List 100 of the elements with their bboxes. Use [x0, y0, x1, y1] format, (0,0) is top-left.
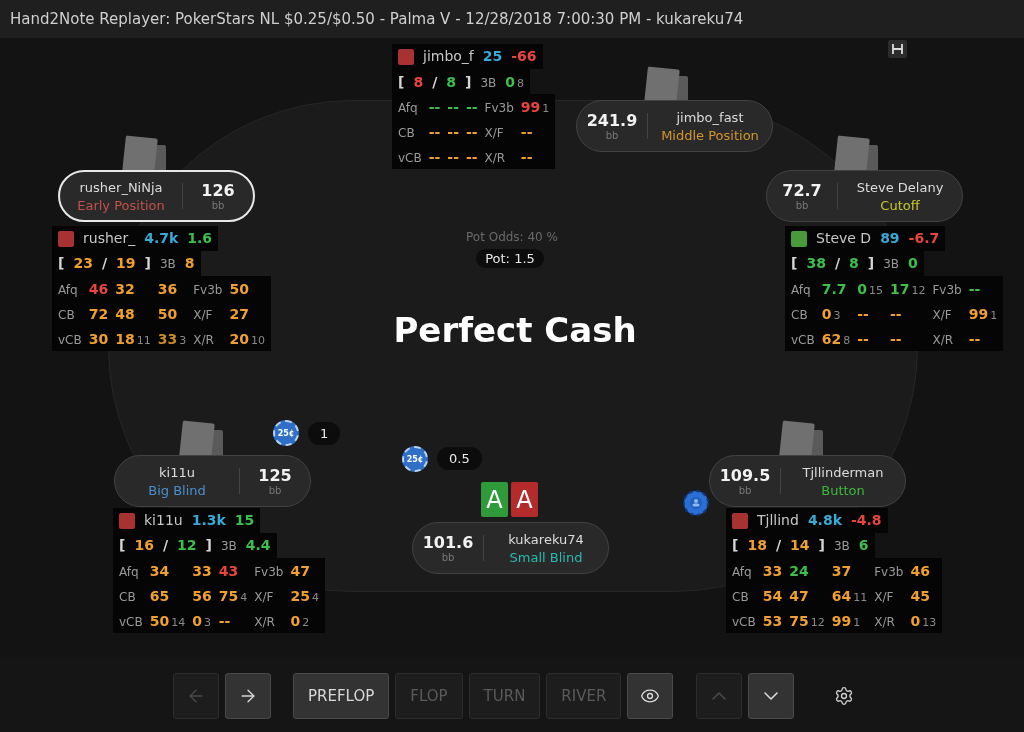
bracket-sign: [	[791, 254, 798, 273]
hud-stat: --	[428, 124, 441, 140]
hud-stat: -4.8	[851, 511, 882, 530]
sample-count: 8	[517, 77, 525, 90]
hud-stat: 18	[747, 536, 767, 555]
hud-stat: 47	[290, 563, 310, 579]
bracket-sign: ]	[144, 254, 151, 273]
hud-stat: 50	[157, 306, 178, 322]
bracket-sign: ]	[465, 73, 472, 92]
hud-stat: 0	[821, 306, 832, 322]
stat-label: CB	[732, 590, 749, 604]
player-seat[interactable]: 125 bb ki11u Big Blind	[114, 455, 311, 507]
stat-label: X/R	[484, 151, 506, 165]
hud-stat: 0	[192, 613, 202, 629]
seat-position: Small Blind	[509, 549, 583, 565]
stack-size: 109.5	[719, 466, 771, 485]
hud-stat: 8	[413, 73, 424, 92]
stat-label: X/F	[484, 126, 504, 140]
stat-label: CB	[58, 308, 75, 322]
sample-count: 1	[990, 309, 998, 322]
hud-stat: 33	[192, 563, 212, 579]
hud-stat: 18	[115, 331, 135, 347]
hud-stat: 64	[831, 588, 852, 604]
hud-stat: 46	[88, 281, 109, 297]
hud-stat: 0	[505, 74, 516, 90]
hud-stat: 4.4	[245, 536, 271, 555]
logo-icon[interactable]	[888, 40, 907, 58]
hud-stat: 56	[192, 588, 212, 604]
bracket-sign: [	[119, 536, 126, 555]
stat-label: 3B	[159, 256, 176, 273]
player-name: ki11u	[159, 464, 195, 480]
player-seat[interactable]: 241.9 bb jimbo_fast Middle Position	[576, 100, 773, 152]
hud-stat: 36	[157, 281, 178, 297]
hud-stat: 27	[229, 306, 249, 322]
sample-count: 3	[203, 616, 211, 629]
hud-stat: --	[447, 99, 459, 115]
hud-stat: 7.7	[821, 281, 847, 297]
hud-stat: 33	[157, 331, 178, 347]
hud-stat: --	[465, 99, 478, 115]
stat-label: 3B	[833, 538, 850, 555]
hud-stat: 25	[482, 47, 503, 66]
hud-stat: 0	[290, 613, 301, 629]
stat-label: Fv3b	[193, 283, 223, 297]
hud-stat: --	[857, 306, 869, 322]
hud-stat: 99	[968, 306, 989, 322]
stat-label: Afq	[119, 565, 139, 579]
hud-stat: 0	[908, 254, 918, 273]
stat-label: vCB	[58, 333, 82, 347]
hud-stat: 17	[889, 281, 910, 297]
sample-count: 15	[868, 284, 883, 297]
street-tab[interactable]: PREFLOP	[293, 673, 390, 719]
sample-count: 12	[911, 284, 926, 297]
stat-label: X/R	[254, 615, 275, 629]
hud-stat: 25	[290, 588, 310, 604]
hud-stat: --	[968, 281, 981, 297]
sample-count: 3	[179, 334, 187, 347]
sample-count: 8	[843, 334, 851, 347]
stat-label: vCB	[732, 615, 756, 629]
pot-odds: Pot Odds: 40 %	[466, 230, 558, 244]
hud-stat: -66	[511, 47, 537, 66]
hud-stat: 99	[520, 99, 541, 115]
hud-stat: 8	[446, 73, 457, 92]
table-title: Perfect Cash	[393, 310, 637, 350]
hud-stat: 8	[184, 254, 195, 273]
sample-count: 1	[853, 616, 861, 629]
forward-button[interactable]	[225, 673, 271, 719]
bracket-sign: /	[101, 254, 107, 273]
hud-stat: 14	[790, 536, 810, 555]
hud-stat: 4.8k	[807, 511, 842, 530]
player-seat[interactable]: 126 bb rusher_NiNja Early Position	[58, 170, 255, 222]
stack-size: 126	[201, 181, 235, 200]
playing-card: A	[481, 482, 508, 517]
bracket-sign: ]	[205, 536, 212, 555]
hud-stat: 23	[73, 254, 93, 273]
seat-position: Early Position	[77, 197, 165, 213]
hud-stat: 8	[849, 254, 859, 273]
seat-position: Big Blind	[148, 482, 206, 498]
hud-stat: 65	[149, 588, 170, 604]
player-seat[interactable]: 109.5 bb Tjllinderman Button	[709, 455, 906, 507]
hud-stat: 6	[858, 536, 869, 555]
stack-size: 101.6	[422, 533, 474, 552]
eye-button[interactable]	[627, 673, 674, 719]
player-seat[interactable]: 72.7 bb Steve Delany Cutoff	[766, 170, 963, 222]
stat-label: CB	[398, 126, 415, 140]
hud-stat: --	[465, 124, 478, 140]
down-button[interactable]	[748, 673, 795, 719]
hud-stat: 1.6	[187, 229, 213, 248]
bracket-sign: [	[58, 254, 65, 273]
stat-label: X/R	[193, 333, 214, 347]
player-seat[interactable]: 101.6 bb kukareku74 Small Blind	[412, 522, 609, 574]
hud-stat: --	[428, 99, 441, 115]
player-name: rusher_NiNja	[79, 179, 163, 195]
stat-label: vCB	[398, 151, 422, 165]
hud-stat: --	[218, 613, 231, 629]
stat-label: vCB	[119, 615, 143, 629]
player-name: jimbo_fast	[676, 109, 744, 125]
hud-stat: --	[447, 124, 459, 140]
player-name: ki11u	[144, 511, 183, 530]
hud-stat: 0	[857, 281, 867, 297]
hud-stat: 89	[880, 229, 900, 248]
